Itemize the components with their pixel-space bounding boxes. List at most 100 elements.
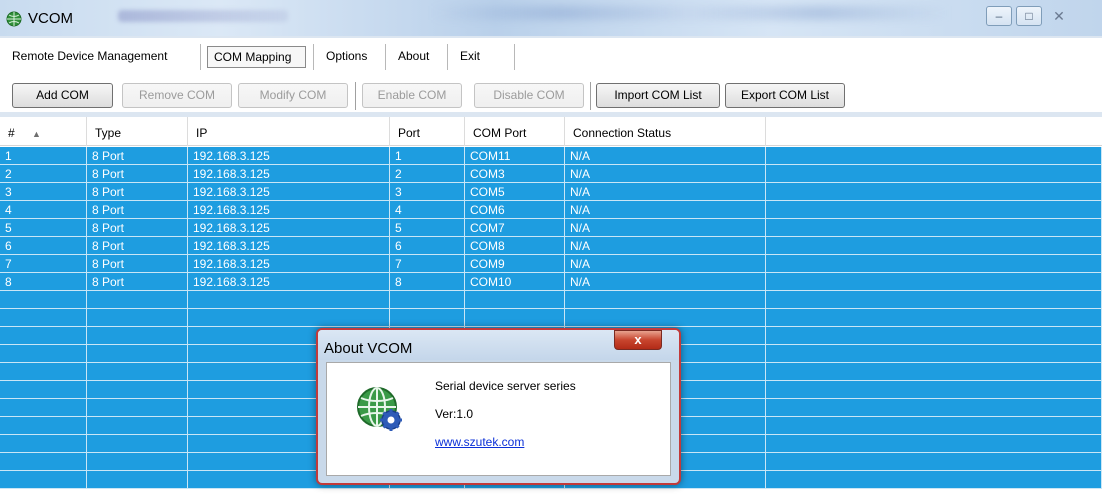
table-cell: 1 — [390, 147, 465, 165]
menu-separator — [385, 44, 386, 70]
table-cell — [0, 453, 87, 471]
add-com-button[interactable]: Add COM — [12, 83, 113, 108]
menu-about[interactable]: About — [392, 46, 435, 68]
table-row[interactable] — [0, 291, 1102, 309]
table-row[interactable]: 88 Port 192.168.3.125 8 COM10 N/A — [0, 273, 1102, 291]
table-cell: 7 — [0, 255, 87, 273]
window-controls: – □ ✕ — [986, 6, 1072, 28]
menu-options[interactable]: Options — [320, 46, 373, 68]
table-cell — [465, 291, 565, 309]
table-cell: N/A — [565, 183, 766, 201]
table-cell — [465, 309, 565, 327]
export-com-list-button[interactable]: Export COM List — [725, 83, 845, 108]
table-cell — [0, 471, 87, 489]
table-cell: COM6 — [465, 201, 565, 219]
table-cell: 8 Port — [87, 165, 188, 183]
app-globe-icon — [6, 11, 22, 27]
table-cell — [87, 363, 188, 381]
maximize-icon[interactable]: □ — [1016, 6, 1042, 26]
table-cell: COM8 — [465, 237, 565, 255]
table-cell — [766, 309, 1102, 327]
import-com-list-button[interactable]: Import COM List — [596, 83, 720, 108]
table-row[interactable]: 28 Port 192.168.3.125 2 COM3 N/A — [0, 165, 1102, 183]
table-row[interactable]: 38 Port 192.168.3.125 3 COM5 N/A — [0, 183, 1102, 201]
table-cell: 6 — [0, 237, 87, 255]
table-cell: 3 — [390, 183, 465, 201]
table-cell — [390, 291, 465, 309]
modify-com-button[interactable]: Modify COM — [238, 83, 348, 108]
toolbar-separator — [590, 82, 591, 110]
remove-com-button[interactable]: Remove COM — [122, 83, 232, 108]
table-cell — [766, 399, 1102, 417]
table-cell — [565, 291, 766, 309]
table-cell: N/A — [565, 273, 766, 291]
table-cell: 192.168.3.125 — [188, 237, 390, 255]
menu-separator — [447, 44, 448, 70]
table-cell: COM7 — [465, 219, 565, 237]
title-bar: VCOM – □ ✕ — [0, 0, 1102, 36]
table-cell — [87, 345, 188, 363]
menu-exit[interactable]: Exit — [454, 46, 486, 68]
minimize-icon[interactable]: – — [986, 6, 1012, 26]
menu-remote-device-management[interactable]: Remote Device Management — [6, 46, 173, 68]
table-cell — [188, 309, 390, 327]
table-cell — [0, 381, 87, 399]
table-cell: 8 Port — [87, 237, 188, 255]
table-cell: 5 — [390, 219, 465, 237]
column-header-ip[interactable]: IP — [188, 117, 390, 146]
table-cell — [87, 381, 188, 399]
close-icon[interactable]: ✕ — [1046, 6, 1072, 26]
table-row[interactable]: 48 Port 192.168.3.125 4 COM6 N/A — [0, 201, 1102, 219]
dialog-body: Serial device server series Ver:1.0 www.… — [326, 362, 671, 476]
table-row[interactable]: 78 Port 192.168.3.125 7 COM9 N/A — [0, 255, 1102, 273]
table-cell: 2 — [390, 165, 465, 183]
table-cell — [0, 417, 87, 435]
table-cell: 192.168.3.125 — [188, 147, 390, 165]
table-cell — [766, 219, 1102, 237]
table-cell — [565, 309, 766, 327]
column-header-number[interactable]: # ▲ — [0, 117, 87, 146]
table-cell: 7 — [390, 255, 465, 273]
table-cell — [188, 291, 390, 309]
column-header-com-port[interactable]: COM Port — [465, 117, 565, 146]
table-cell: 192.168.3.125 — [188, 183, 390, 201]
dialog-close-button[interactable]: x — [614, 330, 662, 350]
menu-bar: Remote Device Management COM Mapping Opt… — [0, 38, 1102, 72]
title-decoration — [118, 10, 288, 22]
table-cell: 192.168.3.125 — [188, 255, 390, 273]
table-cell — [87, 417, 188, 435]
table-cell — [766, 327, 1102, 345]
table-row[interactable]: 68 Port 192.168.3.125 6 COM8 N/A — [0, 237, 1102, 255]
table-row[interactable]: 58 Port 192.168.3.125 5 COM7 N/A — [0, 219, 1102, 237]
table-cell: 8 — [0, 273, 87, 291]
table-cell — [766, 183, 1102, 201]
table-cell — [0, 435, 87, 453]
table-cell — [0, 399, 87, 417]
table-row[interactable] — [0, 309, 1102, 327]
table-cell: 8 Port — [87, 147, 188, 165]
table-cell: 192.168.3.125 — [188, 201, 390, 219]
title-decoration — [430, 6, 950, 20]
website-link[interactable]: www.szutek.com — [435, 435, 524, 449]
menu-separator — [200, 44, 201, 70]
table-cell — [766, 435, 1102, 453]
product-line-text: Serial device server series — [435, 379, 576, 393]
column-header-type[interactable]: Type — [87, 117, 188, 146]
table-cell: 192.168.3.125 — [188, 273, 390, 291]
table-cell: 192.168.3.125 — [188, 165, 390, 183]
table-cell: COM10 — [465, 273, 565, 291]
enable-com-button[interactable]: Enable COM — [362, 83, 462, 108]
disable-com-button[interactable]: Disable COM — [474, 83, 584, 108]
table-row[interactable]: 18 Port 192.168.3.125 1 COM11 N/A — [0, 147, 1102, 165]
table-cell — [766, 471, 1102, 489]
table-cell: N/A — [565, 219, 766, 237]
table-cell — [87, 309, 188, 327]
table-cell — [766, 273, 1102, 291]
dialog-title: About VCOM — [324, 340, 413, 357]
table-cell: 4 — [390, 201, 465, 219]
menu-com-mapping[interactable]: COM Mapping — [207, 46, 306, 68]
table-cell — [87, 399, 188, 417]
column-header-port[interactable]: Port — [390, 117, 465, 146]
column-header-connection-status[interactable]: Connection Status — [565, 117, 766, 146]
table-cell — [766, 381, 1102, 399]
